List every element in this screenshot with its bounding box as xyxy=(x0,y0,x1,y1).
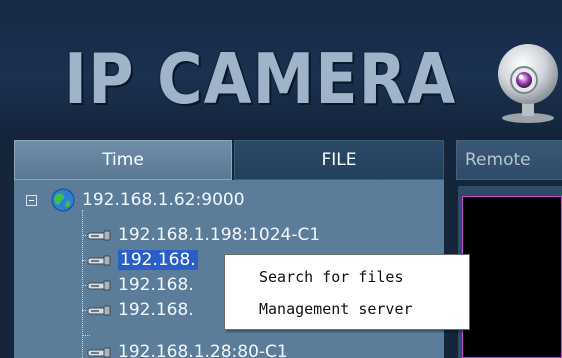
menu-item-search-files[interactable]: Search for files xyxy=(259,267,404,287)
tree-connector xyxy=(82,335,90,336)
tree-root-server[interactable]: 192.168.1.62:9000 xyxy=(50,188,245,212)
camera-device-icon xyxy=(87,255,111,266)
tab-time[interactable]: Time xyxy=(14,140,232,180)
tree-item-device[interactable]: 192.168.1.28:80-C1 xyxy=(86,340,288,358)
app-window: IP CAMERA Time FILE Remote 192.168.1.62:… xyxy=(0,0,562,358)
camera-device-icon xyxy=(87,280,111,291)
tree-item-device[interactable]: 192.168. xyxy=(86,298,194,322)
globe-icon xyxy=(51,188,75,212)
video-panel xyxy=(458,186,562,358)
menu-item-management-server[interactable]: Management server xyxy=(259,299,413,319)
tree-item-device[interactable]: 192.168. xyxy=(86,273,194,297)
brand-logo-text: IP CAMERA xyxy=(64,38,457,120)
tree-item-device[interactable]: 192.168.1.198:1024-C1 xyxy=(86,223,320,247)
collapse-toggle[interactable] xyxy=(26,195,37,206)
tree-item-label: 192.168. xyxy=(118,300,194,320)
tree-item-label: 192.168.1.28:80-C1 xyxy=(118,342,288,358)
context-menu: Search for files Management server xyxy=(224,254,470,330)
tree-item-label: 192.168. xyxy=(118,275,194,295)
tree-item-device-selected[interactable]: 192.168. xyxy=(86,248,198,272)
camera-device-icon xyxy=(87,347,111,358)
tree-root-label: 192.168.1.62:9000 xyxy=(82,190,245,210)
tab-remote[interactable]: Remote xyxy=(456,140,562,180)
tab-file[interactable]: FILE xyxy=(234,140,444,180)
video-preview[interactable] xyxy=(462,196,562,358)
tree-item-label: 192.168.1.198:1024-C1 xyxy=(118,225,321,245)
header-banner: IP CAMERA xyxy=(0,0,562,140)
webcam-icon xyxy=(498,44,558,123)
tree-item-label: 192.168. xyxy=(118,250,198,270)
camera-device-icon xyxy=(87,305,111,316)
camera-device-icon xyxy=(87,230,111,241)
